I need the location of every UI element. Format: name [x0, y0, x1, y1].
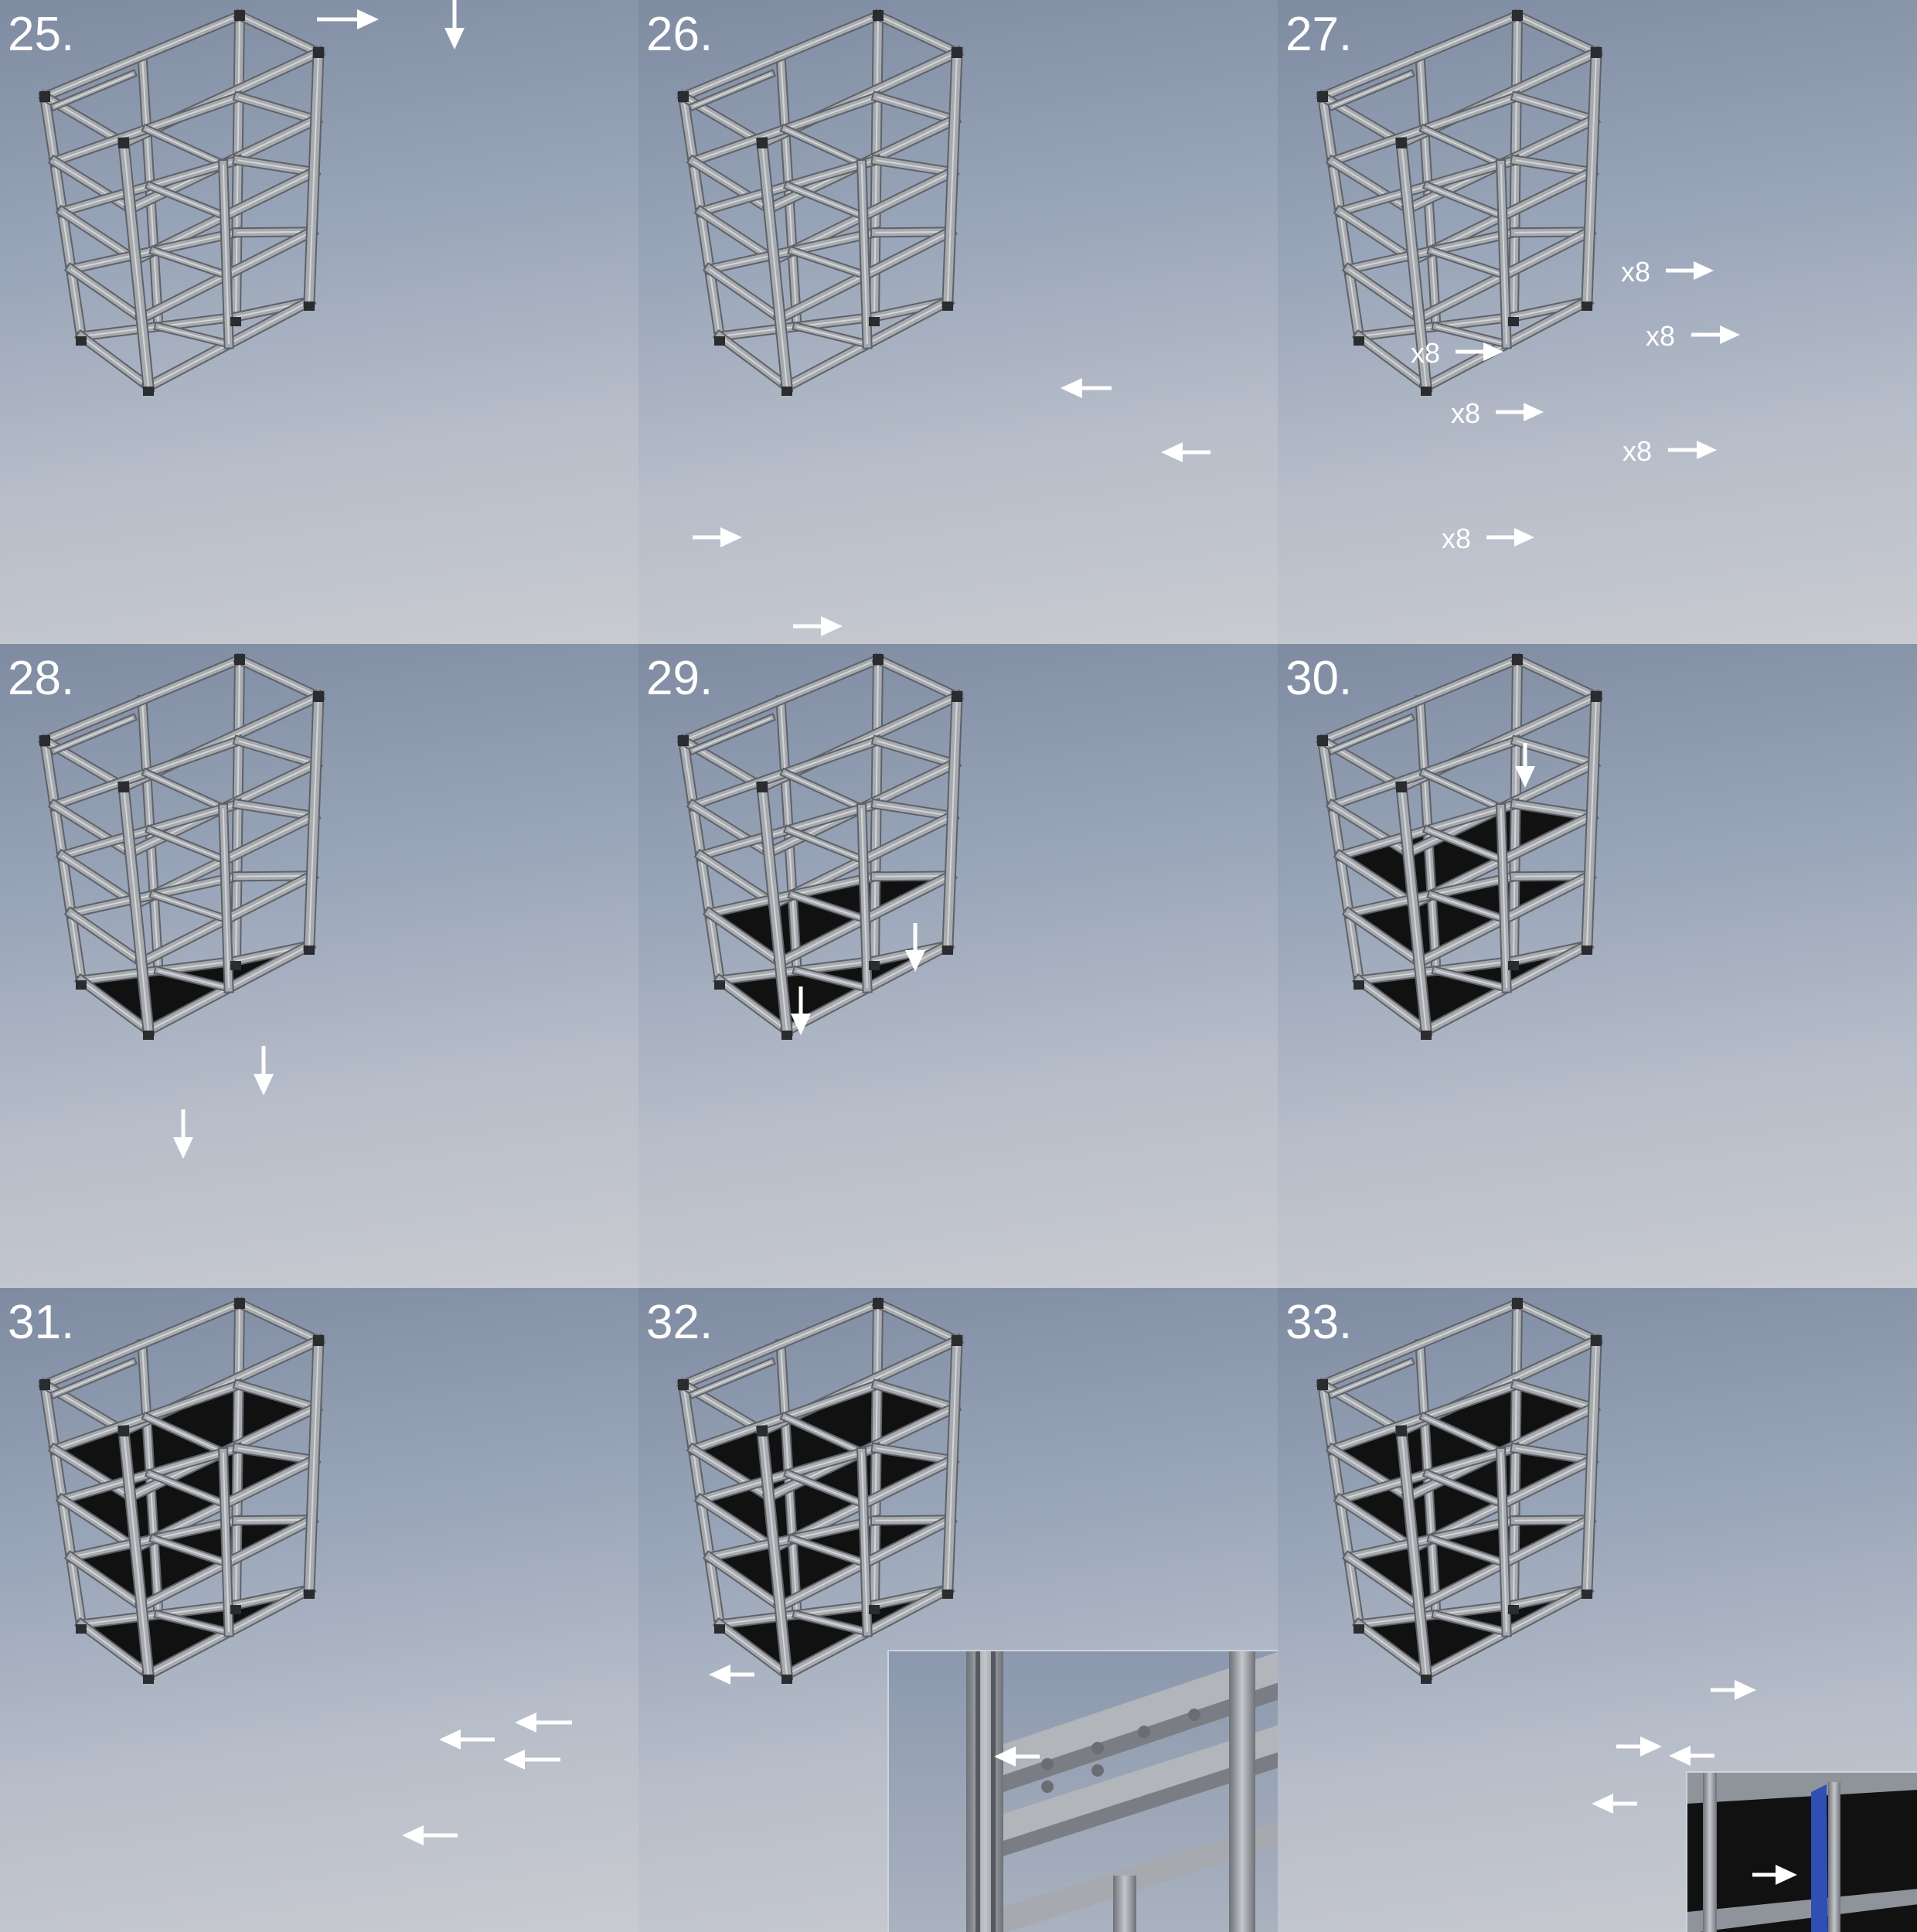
step-30-panel: 30. [1278, 644, 1917, 1288]
arrowhead [1061, 378, 1082, 398]
arrowhead [402, 1825, 424, 1845]
arrowhead [1640, 1736, 1662, 1757]
step-27-panel: 27. x8 x8 x8 x8 x8 x8 [1278, 0, 1917, 644]
arrowhead [1669, 1746, 1691, 1766]
arrowhead [1524, 403, 1544, 421]
quantity-label: x8 [1411, 337, 1441, 369]
step-number: 27. [1285, 8, 1353, 61]
arrow-layer [1515, 743, 1535, 788]
arrow-layer [317, 0, 465, 49]
step-31-panel: 31. [0, 1288, 638, 1932]
arrowhead [357, 9, 379, 29]
arrowhead [1483, 342, 1503, 361]
step-number: 26. [646, 8, 713, 61]
step-number: 29. [646, 652, 713, 705]
arrowhead [1720, 325, 1740, 344]
highlighted-blue-part [1811, 1784, 1828, 1932]
step-number: 31. [8, 1296, 75, 1349]
detail-zoom-inset [1686, 1771, 1917, 1932]
quantity-label: x8 [1442, 523, 1472, 554]
assembly-steps-grid: 25. 26. 27. x8 x8 x8 x8 x8 x8 28. 29. 30… [0, 0, 1917, 1932]
step-number: 25. [8, 8, 75, 61]
arrowhead [1735, 1680, 1756, 1700]
arrow-layer [791, 923, 925, 1035]
arrowhead [1592, 1794, 1613, 1814]
arrowhead [1515, 766, 1535, 788]
arrowhead [254, 1074, 274, 1095]
arrow-layer [173, 1046, 274, 1159]
arrow-layer [693, 378, 1210, 636]
arrowhead [791, 1014, 811, 1035]
blue-part-detail-drawing [1687, 1773, 1917, 1932]
quantity-label: x8 [1451, 397, 1481, 429]
quantity-label: x8 [1621, 256, 1651, 288]
arrowhead [439, 1729, 461, 1750]
step-25-panel: 25. [0, 0, 638, 644]
arrow-layer [1456, 261, 1740, 547]
arrowhead [1697, 441, 1717, 459]
arrowhead [444, 28, 465, 49]
step-29-panel: 29. [638, 644, 1278, 1288]
step-32-panel: 32. [638, 1288, 1278, 1932]
step-number: 32. [646, 1296, 713, 1349]
arrowhead [515, 1712, 536, 1733]
step-33-panel: 33. [1278, 1288, 1917, 1932]
arrow-layer [402, 1712, 572, 1845]
arrowhead [720, 527, 742, 547]
step-number: 33. [1285, 1296, 1353, 1349]
arrowhead [709, 1665, 730, 1685]
arrowhead [1694, 261, 1714, 280]
step-26-panel: 26. [638, 0, 1278, 644]
arrowhead [1514, 528, 1534, 547]
arrowhead [503, 1750, 525, 1770]
quantity-label: x8 [1622, 435, 1653, 467]
arrowhead [821, 616, 843, 636]
arrowhead [1161, 442, 1183, 462]
step-number: 28. [8, 652, 75, 705]
detail-zoom-inset [887, 1650, 1278, 1932]
step-number: 30. [1285, 652, 1353, 705]
arrowhead [173, 1137, 193, 1159]
connector-detail-drawing [889, 1651, 1278, 1932]
quantity-label: x8 [1646, 320, 1676, 352]
step-28-panel: 28. [0, 644, 638, 1288]
arrowhead [905, 950, 925, 972]
